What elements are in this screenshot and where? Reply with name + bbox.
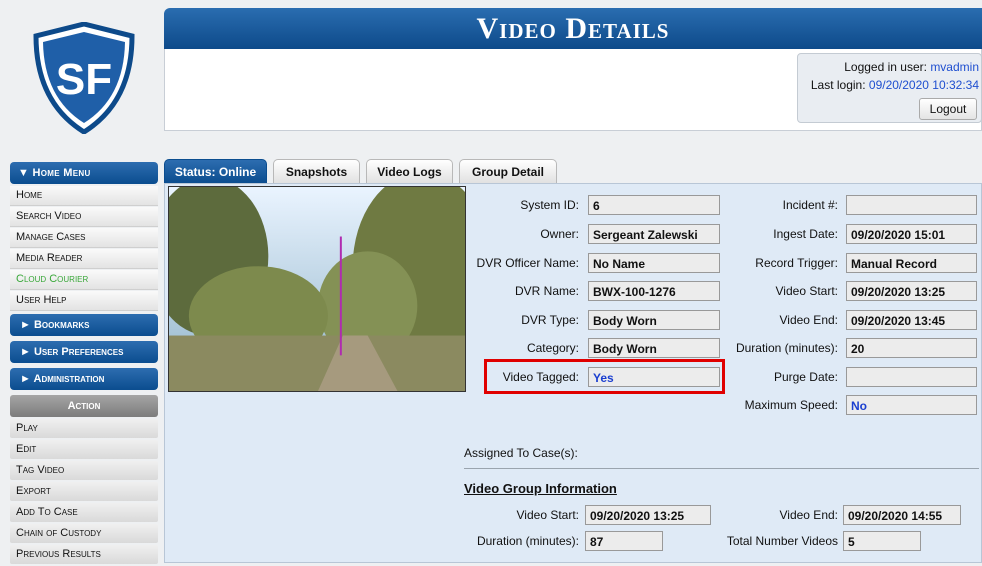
category-label: Category:: [526, 341, 579, 355]
sidebar-item-media-reader[interactable]: Media Reader: [10, 249, 158, 269]
last-login-label: Last login:: [810, 78, 866, 92]
login-label: Logged in user:: [844, 60, 927, 74]
dvr-name-label: DVR Name:: [514, 284, 579, 298]
sidebar: ▼ Home Menu Home Search Video Manage Cas…: [10, 162, 158, 566]
dvr-type-field: Body Worn: [588, 310, 720, 330]
sidebar-item-search-video[interactable]: Search Video: [10, 207, 158, 227]
sidebar-section-user-preferences[interactable]: ► User Preferences: [10, 341, 158, 363]
section-divider: [464, 468, 979, 469]
sidebar-section-administration[interactable]: ► Administration: [10, 368, 158, 390]
duration-field: 20: [846, 338, 977, 358]
action-play[interactable]: Play: [10, 419, 158, 438]
tab-group-detail[interactable]: Group Detail: [459, 159, 557, 183]
maximum-speed-field: No: [846, 395, 977, 415]
action-chain-of-custody[interactable]: Chain of Custody: [10, 524, 158, 543]
sidebar-section-bookmarks[interactable]: ► Bookmarks: [10, 314, 158, 336]
group-video-end-field: 09/20/2020 14:55: [843, 505, 961, 525]
tab-status-online[interactable]: Status: Online: [164, 159, 267, 183]
record-trigger-field: Manual Record: [846, 253, 977, 273]
group-duration-field: 87: [585, 531, 663, 551]
action-export[interactable]: Export: [10, 482, 158, 501]
dvr-officer-name-label: DVR Officer Name:: [476, 256, 579, 270]
total-videos-field: 5: [843, 531, 921, 551]
action-previous-results[interactable]: Previous Results: [10, 545, 158, 564]
ingest-date-label: Ingest Date:: [773, 227, 838, 241]
owner-label: Owner:: [540, 227, 579, 241]
record-trigger-label: Record Trigger:: [755, 256, 838, 270]
svg-text:SF: SF: [56, 55, 112, 104]
login-user: mvadmin: [930, 60, 979, 74]
action-edit[interactable]: Edit: [10, 440, 158, 459]
system-id-label: System ID:: [520, 198, 579, 212]
ingest-date-field: 09/20/2020 15:01: [846, 224, 977, 244]
tab-snapshots[interactable]: Snapshots: [273, 159, 360, 183]
incident-field: [846, 195, 977, 215]
sidebar-item-user-help[interactable]: User Help: [10, 291, 158, 311]
dvr-type-label: DVR Type:: [521, 313, 579, 327]
system-id-field: 6: [588, 195, 720, 215]
dvr-name-field: BWX-100-1276: [588, 281, 720, 301]
sidebar-item-home[interactable]: Home: [10, 186, 158, 206]
video-thumbnail[interactable]: [168, 186, 466, 392]
group-duration-label: Duration (minutes):: [476, 534, 579, 548]
video-end-label: Video End:: [779, 313, 839, 327]
logout-button[interactable]: Logout: [919, 98, 977, 120]
video-group-info-title: Video Group Information: [464, 481, 617, 496]
video-tagged-highlight: [484, 359, 725, 394]
video-end-field: 09/20/2020 13:45: [846, 310, 977, 330]
incident-label: Incident #:: [782, 198, 838, 212]
page-title: Video Details: [164, 8, 982, 49]
dvr-officer-name-field: No Name: [588, 253, 720, 273]
action-add-to-case[interactable]: Add To Case: [10, 503, 158, 522]
video-start-label: Video Start:: [775, 284, 838, 298]
sidebar-item-cloud-courier[interactable]: Cloud Courier: [10, 270, 158, 290]
group-video-start-label: Video Start:: [516, 508, 579, 522]
total-videos-label: Total Number Videos: [726, 534, 838, 548]
action-tag-video[interactable]: Tag Video: [10, 461, 158, 480]
group-video-end-label: Video End:: [779, 508, 839, 522]
sf-shield-logo: SF: [33, 22, 135, 134]
sidebar-item-manage-cases[interactable]: Manage Cases: [10, 228, 158, 248]
group-video-start-field: 09/20/2020 13:25: [585, 505, 711, 525]
purge-date-label: Purge Date:: [773, 370, 838, 384]
category-field: Body Worn: [588, 338, 720, 358]
owner-field: Sergeant Zalewski: [588, 224, 720, 244]
login-box: Logged in user: mvadmin Last login: 09/2…: [797, 53, 982, 123]
duration-label: Duration (minutes):: [735, 341, 838, 355]
action-header: Action: [10, 395, 158, 417]
assigned-cases-label: Assigned To Case(s):: [464, 446, 578, 460]
purge-date-field: [846, 367, 977, 387]
video-start-field: 09/20/2020 13:25: [846, 281, 977, 301]
maximum-speed-label: Maximum Speed:: [744, 398, 838, 412]
last-login-value: 09/20/2020 10:32:34: [868, 78, 979, 92]
home-menu-header[interactable]: ▼ Home Menu: [10, 162, 158, 184]
tab-video-logs[interactable]: Video Logs: [366, 159, 453, 183]
